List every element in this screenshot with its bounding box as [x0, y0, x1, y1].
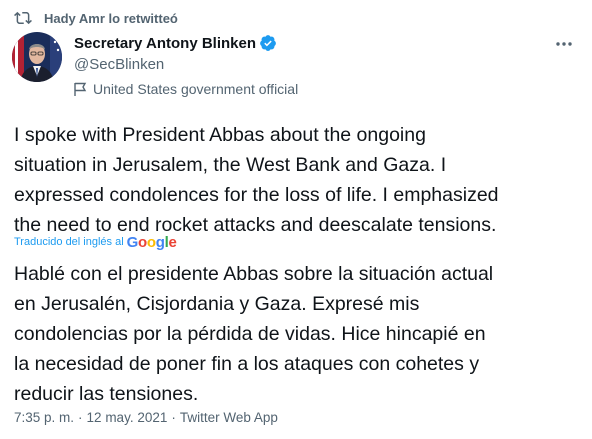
display-name[interactable]: Secretary Antony Blinken [74, 35, 256, 52]
verified-badge-icon [260, 35, 276, 51]
account-label: United States government official [74, 79, 298, 99]
meta-separator: · [171, 409, 176, 425]
handle[interactable]: @SecBlinken [74, 55, 298, 75]
tweet-line: expressed condolences for the loss of li… [14, 184, 499, 206]
google-logo: Google [126, 233, 177, 251]
translated-line: condolencias por la pérdida de vidas. Hi… [14, 323, 486, 345]
translated-text: Hablé con el presidente Abbas sobre la s… [14, 259, 584, 409]
translation-label: Traducido del inglés al [14, 236, 124, 248]
translation-attribution[interactable]: Traducido del inglés al Google [14, 232, 177, 252]
tweet-date[interactable]: 12 may. 2021 [87, 410, 168, 425]
avatar-image [12, 32, 62, 82]
meta-separator: · [78, 409, 83, 425]
retweet-label: Hady Amr lo retwitteó [44, 10, 178, 26]
tweet-line: I spoke with President Abbas about the o… [14, 124, 426, 146]
tweet-time[interactable]: 7:35 p. m. [14, 410, 74, 425]
tweet-text: I spoke with President Abbas about the o… [14, 120, 584, 240]
more-options-icon[interactable] [552, 34, 576, 54]
tweet-meta: 7:35 p. m. · 12 may. 2021 · Twitter Web … [14, 407, 278, 427]
translated-line: en Jerusalén, Cisjordania y Gaza. Expres… [14, 293, 420, 315]
avatar[interactable] [12, 32, 62, 82]
user-info: Secretary Antony Blinken @SecBlinken Uni… [74, 32, 298, 99]
translated-line: reducir las tensiones. [14, 383, 199, 405]
retweet-icon [14, 11, 32, 25]
retweet-context[interactable]: Hady Amr lo retwitteó [12, 8, 178, 28]
account-label-text: United States government official [93, 81, 299, 97]
translated-line: Hablé con el presidente Abbas sobre la s… [14, 263, 494, 285]
flag-icon [74, 82, 87, 96]
translated-line: la necesidad de poner fin a los ataques … [14, 353, 480, 375]
tweet-source[interactable]: Twitter Web App [180, 410, 278, 425]
tweet-header: Secretary Antony Blinken @SecBlinken Uni… [12, 32, 580, 100]
tweet-line: situation in Jerusalem, the West Bank an… [14, 154, 447, 176]
